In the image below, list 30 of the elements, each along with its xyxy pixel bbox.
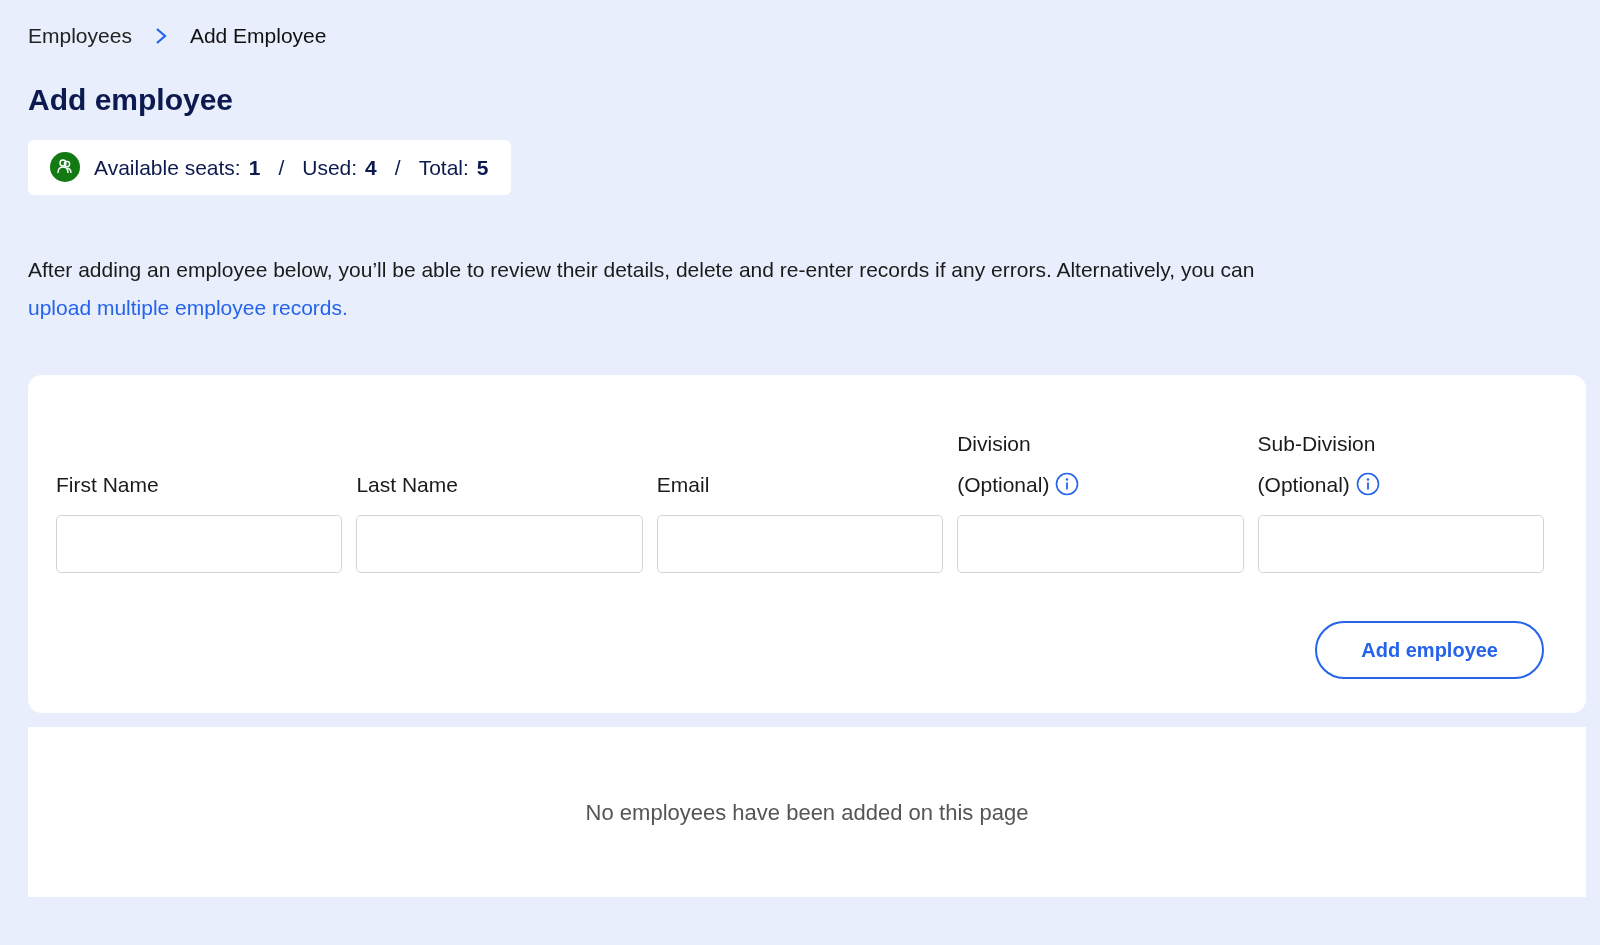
field-label: Sub-Division [1257, 431, 1377, 457]
breadcrumb-current: Add Employee [189, 23, 327, 49]
upload-link[interactable]: upload multiple employee records. [28, 296, 348, 319]
page-title: Add employee [28, 81, 235, 118]
info-icon[interactable] [1355, 472, 1380, 496]
seat-value: 1 [248, 154, 261, 181]
seat-value: 5 [476, 154, 489, 181]
separator-slash: / [278, 154, 285, 181]
text-input-field[interactable] [56, 515, 343, 573]
empty-message: No employees have been added on this page [585, 798, 1029, 827]
field-optional-note: (Optional) [957, 473, 1050, 496]
seat-value: 4 [365, 154, 377, 181]
text-input-field[interactable] [1257, 515, 1544, 573]
text-input-field[interactable] [656, 515, 944, 573]
field-label: First Name [56, 472, 160, 498]
add-employee-button[interactable]: Add employee [1315, 621, 1544, 679]
seat-label: Used: [302, 154, 358, 181]
separator-slash: / [394, 154, 401, 181]
field-label: Last Name [356, 472, 459, 498]
field-label: Division [957, 431, 1032, 457]
people-icon [50, 152, 80, 183]
info-icon[interactable] [1055, 472, 1080, 496]
text-input-field[interactable] [356, 515, 643, 573]
field-label: Email [656, 472, 711, 498]
seat-label: Available seats: [94, 154, 241, 181]
seat-label: Total: [418, 154, 469, 181]
breadcrumb-link[interactable]: Employees [28, 20, 132, 52]
field-optional-note: (Optional) [1257, 473, 1350, 496]
text-input-field[interactable] [957, 515, 1244, 573]
intro-text: After adding an employee below, you’ll be able to review their details, delete and re-enter records if any errors. Alternatively, you can upload multiple employee records. [28, 257, 1256, 321]
